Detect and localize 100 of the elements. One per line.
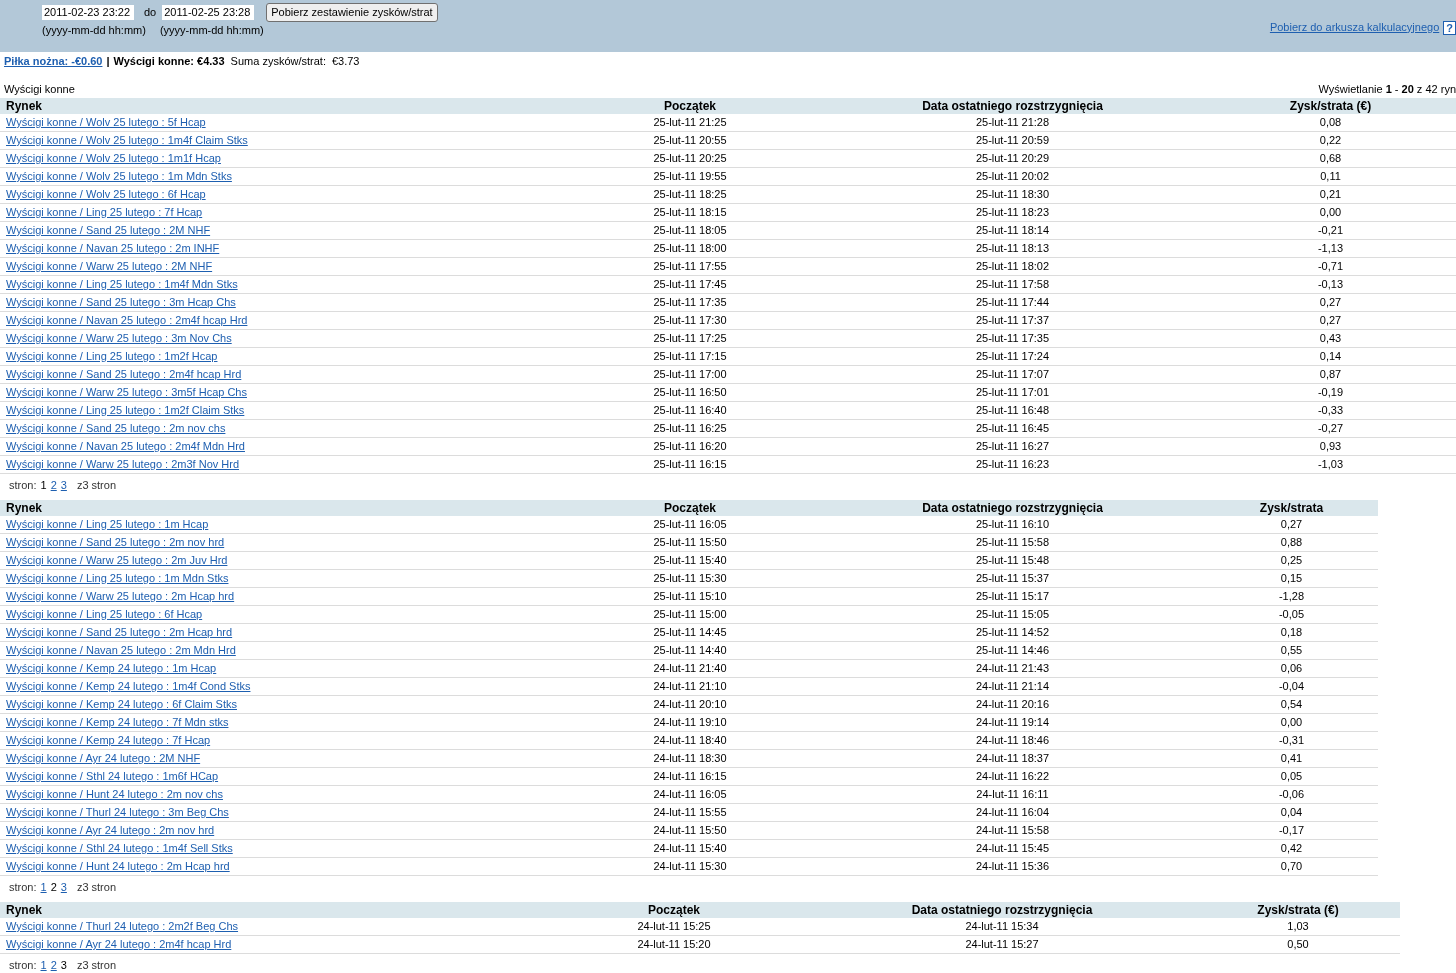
- page-link[interactable]: 2: [50, 878, 57, 896]
- table-cell: 24-lut-11 15:40: [653, 842, 727, 854]
- market-link[interactable]: Wyścigi konne / Kemp 24 lutego : 6f Claim Stks: [6, 698, 237, 710]
- market-link[interactable]: Wyścigi konne / Kemp 24 lutego : 7f Hcap: [6, 734, 211, 746]
- market-link[interactable]: Wyścigi konne / Wolv 25 lutego : 1m4f Claim Stks: [6, 134, 248, 146]
- table-cell: 0,27: [1319, 296, 1342, 308]
- market-link[interactable]: Wyścigi konne / Navan 25 lutego : 2m INHF: [6, 242, 220, 254]
- market-link[interactable]: Wyścigi konne / Ayr 24 lutego : 2M NHF: [6, 752, 201, 764]
- market-link[interactable]: Wyścigi konne / Wolv 25 lutego : 1m Mdn Stks: [6, 170, 232, 182]
- market-link[interactable]: Wyścigi konne / Sand 25 lutego : 2m Hcap hrd: [6, 626, 233, 638]
- table-cell: 0,27: [1280, 518, 1303, 530]
- table-cell: 25-lut-11 18:00: [653, 242, 727, 254]
- market-link[interactable]: Wyścigi konne / Warw 25 lutego : 2M NHF: [6, 260, 213, 272]
- table-cell: 25-lut-11 16:27: [975, 440, 1050, 452]
- date-to-field[interactable]: 2011-02-25 23:28: [162, 5, 255, 20]
- market-link[interactable]: Wyścigi konne / Warw 25 lutego : 2m3f Nov Hrd: [6, 458, 240, 470]
- table-cell: 25-lut-11 15:10: [653, 590, 727, 602]
- table-cell: 24-lut-11 15:36: [975, 860, 1050, 872]
- market-link[interactable]: Wyścigi konne / Ling 25 lutego : 1m4f Mdn Stks: [6, 278, 238, 290]
- market-link[interactable]: Wyścigi konne / Ling 25 lutego : 6f Hcap: [6, 608, 203, 620]
- table-cell: 0,27: [1319, 314, 1342, 326]
- market-link[interactable]: Wyścigi konne / Wolv 25 lutego : 5f Hcap: [6, 116, 206, 128]
- table-cell: 25-lut-11 18:25: [653, 188, 727, 200]
- market-link[interactable]: Wyścigi konne / Hunt 24 lutego : 2m nov chs: [6, 788, 223, 800]
- page-link[interactable]: 1: [40, 476, 47, 494]
- market-link[interactable]: Wyścigi konne / Warw 25 lutego : 3m5f Hcap Chs: [6, 386, 247, 398]
- market-link[interactable]: Wyścigi konne / Ayr 24 lutego : 2m4f hcap Hrd: [6, 938, 232, 950]
- table-cell: 24-lut-11 21:40: [653, 662, 727, 674]
- date-hint: (yyyy-mm-dd hh:mm): [42, 23, 146, 38]
- market-link[interactable]: Wyścigi konne / Ling 25 lutego : 1m Mdn Stks: [6, 572, 229, 584]
- table-cell: -0,27: [1317, 422, 1344, 434]
- table-cell: 25-lut-11 16:20: [653, 440, 727, 452]
- table-cell: 0,54: [1280, 698, 1303, 710]
- market-link[interactable]: Wyścigi konne / Ling 25 lutego : 1m Hcap: [6, 518, 209, 530]
- export-link[interactable]: Pobierz do arkusza kalkulacyjnego: [1269, 18, 1440, 35]
- table-cell: -1,03: [1317, 458, 1344, 470]
- market-link[interactable]: Wyścigi konne / Wolv 25 lutego : 6f Hcap: [6, 188, 206, 200]
- page-link[interactable]: 1: [40, 956, 47, 973]
- help-button[interactable]: ?: [1443, 21, 1456, 35]
- table-cell: 25-lut-11 16:40: [653, 404, 727, 416]
- page-link[interactable]: 3: [60, 878, 67, 896]
- market-link[interactable]: Wyścigi konne / Kemp 24 lutego : 1m Hcap: [6, 662, 217, 674]
- market-link[interactable]: Wyścigi konne / Ling 25 lutego : 7f Hcap: [6, 206, 203, 218]
- table-cell: 24-lut-11 18:46: [975, 734, 1050, 746]
- market-link[interactable]: Wyścigi konne / Thurl 24 lutego : 3m Beg Chs: [6, 806, 229, 818]
- table-cell: 0,43: [1319, 332, 1342, 344]
- market-link[interactable]: Wyścigi konne / Kemp 24 lutego : 7f Mdn stks: [6, 716, 229, 728]
- table-cell: 25-lut-11 16:48: [975, 404, 1050, 416]
- table-cell: 25-lut-11 15:50: [653, 536, 727, 548]
- market-link[interactable]: Wyścigi konne / Warw 25 lutego : 2m Hcap hrd: [6, 590, 235, 602]
- table-cell: 25-lut-11 20:29: [975, 152, 1050, 164]
- table-cell: 25-lut-11 17:55: [653, 260, 727, 272]
- page-link[interactable]: 1: [40, 878, 47, 896]
- market-link[interactable]: Wyścigi konne / Sand 25 lutego : 2m4f hcap Hrd: [6, 368, 242, 380]
- table-cell: -0,31: [1278, 734, 1305, 746]
- market-link[interactable]: Wyścigi konne / Ling 25 lutego : 1m2f Hcap: [6, 350, 218, 362]
- column-header: Zysk/strata (€): [1257, 903, 1339, 917]
- table-cell: 24-lut-11 15:50: [653, 824, 727, 836]
- page-link[interactable]: 2: [50, 476, 57, 494]
- market-link[interactable]: Wyścigi konne / Sand 25 lutego : 3m Hcap Chs: [6, 296, 236, 308]
- market-link[interactable]: Wyścigi konne / Warw 25 lutego : 3m Nov Chs: [6, 332, 232, 344]
- market-link[interactable]: Wyścigi konne / Wolv 25 lutego : 1m1f Hcap: [6, 152, 221, 164]
- market-link[interactable]: Wyścigi konne / Navan 25 lutego : 2m4f hcap Hrd: [6, 314, 248, 326]
- table-cell: 25-lut-11 16:50: [653, 386, 727, 398]
- market-link[interactable]: Wyścigi konne / Warw 25 lutego : 2m Juv Hrd: [6, 554, 228, 566]
- market-link[interactable]: Wyścigi konne / Sthl 24 lutego : 1m4f Sell Stks: [6, 842, 233, 854]
- page-count: z3 stron: [76, 879, 117, 895]
- date-from-field[interactable]: 2011-02-23 23:22: [42, 5, 134, 20]
- market-link[interactable]: Wyścigi konne / Sthl 24 lutego : 1m6f HCap: [6, 770, 219, 782]
- market-link[interactable]: Wyścigi konne / Sand 25 lutego : 2m nov chs: [6, 422, 226, 434]
- market-link[interactable]: Wyścigi konne / Kemp 24 lutego : 1m4f Cond Stks: [6, 680, 251, 692]
- table-cell: 25-lut-11 17:44: [975, 296, 1050, 308]
- table-cell: 24-lut-11 16:04: [975, 806, 1050, 818]
- table-cell: 25-lut-11 20:55: [653, 134, 727, 146]
- market-link[interactable]: Wyścigi konne / Ayr 24 lutego : 2m nov hrd: [6, 824, 215, 836]
- market-link[interactable]: Wyścigi konne / Ling 25 lutego : 1m2f Claim Stks: [6, 404, 245, 416]
- market-link[interactable]: Wyścigi konne / Thurl 24 lutego : 2m2f Beg Chs: [6, 920, 239, 932]
- market-link[interactable]: Wyścigi konne / Sand 25 lutego : 2M NHF: [6, 224, 211, 236]
- page-link[interactable]: 2: [50, 956, 57, 973]
- table-cell: 24-lut-11 16:22: [975, 770, 1050, 782]
- fetch-button[interactable]: Pobierz zestawienie zysków/strat: [266, 3, 438, 22]
- market-link[interactable]: Wyścigi konne / Navan 25 lutego : 2m Mdn Hrd: [6, 644, 236, 656]
- market-link[interactable]: Wyścigi konne / Hunt 24 lutego : 2m Hcap hrd: [6, 860, 230, 872]
- table-cell: 24-lut-11 21:43: [975, 662, 1050, 674]
- table-cell: 25-lut-11 14:40: [653, 644, 727, 656]
- table-cell: 0,42: [1280, 842, 1303, 854]
- table-cell: 24-lut-11 15:20: [637, 938, 711, 950]
- football-link[interactable]: Piłka nożna: -€0.60: [4, 53, 103, 70]
- market-link[interactable]: Wyścigi konne / Navan 25 lutego : 2m4f Mdn Hrd: [6, 440, 245, 452]
- page-link[interactable]: 3: [60, 476, 67, 494]
- table-cell: 25-lut-11 16:23: [975, 458, 1050, 470]
- table-cell: 24-lut-11 19:14: [975, 716, 1050, 728]
- table-cell: 25-lut-11 14:52: [975, 626, 1050, 638]
- page-link[interactable]: 3: [60, 956, 67, 973]
- page-count: z3 stron: [76, 477, 117, 493]
- total-label: Suma zysków/strat:: [230, 54, 326, 70]
- market-link[interactable]: Wyścigi konne / Sand 25 lutego : 2m nov hrd: [6, 536, 225, 548]
- table-cell: 24-lut-11 18:30: [653, 752, 727, 764]
- section-title: Wyścigi konne: [4, 81, 75, 97]
- table-cell: 25-lut-11 20:59: [975, 134, 1050, 146]
